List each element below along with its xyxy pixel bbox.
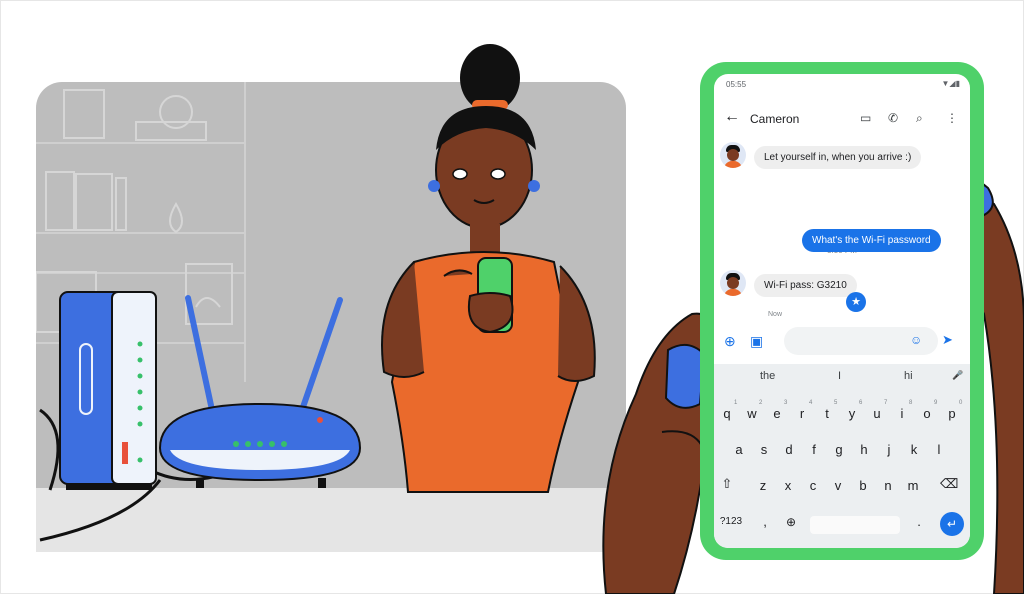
key-o[interactable]: o <box>918 406 936 421</box>
key-f[interactable]: f <box>805 442 823 457</box>
enter-key-icon[interactable]: ↵ <box>940 512 964 536</box>
key-number-hint: 2 <box>759 400 763 406</box>
key-number-hint: 4 <box>809 400 813 406</box>
key-number-hint: 6 <box>859 400 863 406</box>
send-icon[interactable]: ➤ <box>942 332 953 348</box>
globe-icon[interactable]: ⊕ <box>782 515 800 529</box>
compose-bar: ⊕ ▣ ☺ ➤ <box>714 324 970 358</box>
period-key[interactable]: . <box>910 514 928 529</box>
shift-key-icon[interactable]: ⇧ <box>718 476 736 492</box>
message-bubble-incoming[interactable]: Let yourself in, when you arrive :) <box>754 146 922 169</box>
key-number-hint: 0 <box>959 400 963 406</box>
key-h[interactable]: h <box>855 442 873 457</box>
key-s[interactable]: s <box>755 442 773 457</box>
key-t[interactable]: t <box>818 406 836 421</box>
gallery-icon[interactable]: ▣ <box>750 333 763 350</box>
key-m[interactable]: m <box>904 478 922 493</box>
contact-name: Cameron <box>750 112 800 126</box>
phone: 05:55 ▼◢▮ ← Cameron ▭ ✆ ⌕ ⋮ Let yourself… <box>700 62 984 560</box>
key-x[interactable]: x <box>779 478 797 493</box>
key-l[interactable]: l <box>930 442 948 457</box>
microphone-icon[interactable]: 🎤 <box>952 370 963 381</box>
video-call-icon[interactable]: ▭ <box>860 111 871 125</box>
conversation-app-bar: ← Cameron ▭ ✆ ⌕ ⋮ <box>714 102 970 138</box>
key-w[interactable]: w <box>743 406 761 421</box>
key-number-hint: 9 <box>934 400 938 406</box>
keyboard: the I hi 🎤 q1w2e3r4t5y6u7i8o9p0 asdfghjk… <box>714 364 970 548</box>
hand-left <box>602 312 716 594</box>
key-q[interactable]: q <box>718 406 736 421</box>
key-j[interactable]: j <box>880 442 898 457</box>
wifi-router <box>158 295 362 488</box>
back-arrow-icon[interactable]: ← <box>724 108 740 126</box>
key-d[interactable]: d <box>780 442 798 457</box>
key-n[interactable]: n <box>879 478 897 493</box>
key-z[interactable]: z <box>754 478 772 493</box>
message-bubble-incoming[interactable]: Wi-Fi pass: G3210 <box>754 274 857 297</box>
modem-tower <box>59 291 157 490</box>
key-r[interactable]: r <box>793 406 811 421</box>
space-bar[interactable] <box>810 516 900 534</box>
search-icon[interactable]: ⌕ <box>916 111 923 126</box>
phone-screen: 05:55 ▼◢▮ ← Cameron ▭ ✆ ⌕ ⋮ Let yourself… <box>714 74 970 548</box>
key-k[interactable]: k <box>905 442 923 457</box>
key-number-hint: 3 <box>784 400 788 406</box>
woman-figure <box>381 44 596 493</box>
key-number-hint: 1 <box>734 400 738 406</box>
key-number-hint: 7 <box>884 400 888 406</box>
key-c[interactable]: c <box>804 478 822 493</box>
suggestion-item[interactable]: I <box>838 370 841 382</box>
avatar <box>720 142 746 168</box>
key-e[interactable]: e <box>768 406 786 421</box>
avatar <box>720 270 746 296</box>
key-g[interactable]: g <box>830 442 848 457</box>
status-icons: ▼◢▮ <box>941 79 960 88</box>
more-options-icon[interactable]: ⋮ <box>946 111 958 125</box>
message-status-now: Now <box>768 311 783 318</box>
key-u[interactable]: u <box>868 406 886 421</box>
key-number-hint: 8 <box>909 400 913 406</box>
add-attachment-icon[interactable]: ⊕ <box>724 333 736 350</box>
key-b[interactable]: b <box>854 478 872 493</box>
key-v[interactable]: v <box>829 478 847 493</box>
key-a[interactable]: a <box>730 442 748 457</box>
phone-call-icon[interactable]: ✆ <box>888 111 898 125</box>
key-i[interactable]: i <box>893 406 911 421</box>
comma-key[interactable]: , <box>756 514 774 529</box>
key-y[interactable]: y <box>843 406 861 421</box>
backspace-key-icon[interactable]: ⌫ <box>940 476 958 492</box>
key-p[interactable]: p <box>943 406 961 421</box>
status-time: 05:55 <box>726 80 747 89</box>
star-icon[interactable]: ★ <box>846 292 866 312</box>
suggestion-item[interactable]: the <box>760 370 775 382</box>
message-bubble-outgoing[interactable]: What's the Wi-Fi password <box>802 229 941 252</box>
key-number-hint: 5 <box>834 400 838 406</box>
cable <box>39 408 60 491</box>
suggestion-item[interactable]: hi <box>904 370 913 382</box>
emoji-icon[interactable]: ☺ <box>910 333 922 347</box>
symbols-key[interactable]: ?123 <box>714 516 748 527</box>
